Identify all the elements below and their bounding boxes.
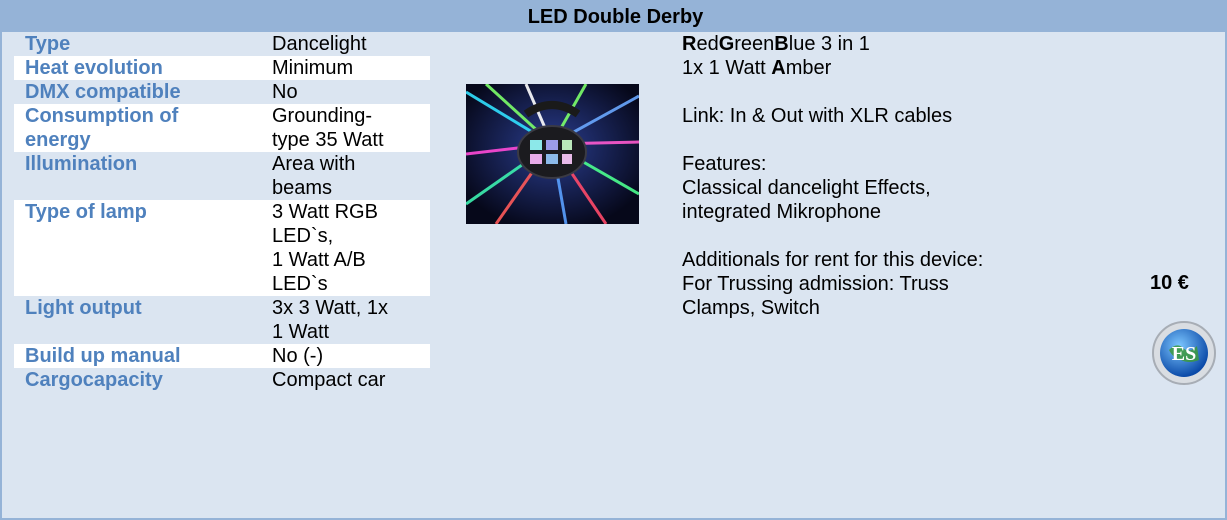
spec-row-heat: Heat evolution Minimum [14, 56, 430, 80]
company-logo-icon: ES [1152, 321, 1216, 385]
product-card: LED Double Derby Type Dancelight Heat ev… [0, 0, 1227, 520]
spec-key: Light output [25, 297, 142, 319]
features-label: Features: [682, 153, 767, 175]
spec-key: Heat evolution [25, 57, 163, 79]
spec-key: Type of lamp [25, 201, 147, 223]
spec-value: No [272, 81, 298, 103]
product-photo [466, 84, 639, 224]
product-description: RedGreenBlue 3 in 1 1x 1 Watt Amber Link… [682, 32, 1122, 320]
additionals-label: Additionals for rent for this device: [682, 249, 984, 271]
product-title: LED Double Derby [2, 2, 1227, 32]
spec-row-type: Type Dancelight [14, 32, 430, 56]
spec-key: Consumption of energy [25, 105, 179, 151]
spec-row-dmx: DMX compatible No [14, 80, 430, 104]
rgb-line: RedGreenBlue 3 in 1 [682, 33, 870, 55]
price: 10 € [1150, 272, 1189, 294]
spec-row-lamp: Type of lamp 3 Watt RGB LED`s, 1 Watt A/B… [14, 200, 430, 296]
spec-key: Build up manual [25, 345, 181, 367]
spec-value: No (-) [272, 345, 324, 367]
additionals-line: Clamps, Switch [682, 297, 820, 319]
spec-value: Area with beams [272, 153, 356, 199]
spec-value: Dancelight [272, 33, 367, 55]
spec-row-consumption: Consumption of energy Grounding-type 35 W… [14, 104, 430, 152]
spec-value: Compact car [272, 369, 386, 391]
svg-text:ES: ES [1172, 343, 1196, 365]
spec-row-illumination: Illumination Area with beams [14, 152, 430, 200]
spec-key: DMX compatible [25, 81, 181, 103]
spec-key: Type [25, 33, 71, 55]
spec-row-cargo: Cargocapacity Compact car [14, 368, 430, 392]
spec-table: Type Dancelight Heat evolution Minimum D… [14, 32, 430, 392]
amber-line: 1x 1 Watt Amber [682, 57, 832, 79]
spec-row-manual: Build up manual No (-) [14, 344, 430, 368]
spec-key: Illumination [25, 153, 138, 175]
features-line: Classical dancelight Effects, [682, 177, 931, 199]
spec-key: Cargocapacity [25, 369, 163, 391]
spec-row-output: Light output 3x 3 Watt, 1x 1 Watt [14, 296, 430, 344]
features-line: integrated Mikrophone [682, 201, 882, 223]
spec-value: 3x 3 Watt, 1x 1 Watt [272, 297, 388, 343]
spec-value: Grounding-type 35 Watt [272, 105, 384, 151]
link-info: Link: In & Out with XLR cables [682, 105, 953, 127]
spec-value: Minimum [272, 57, 354, 79]
spec-value: 3 Watt RGB LED`s, 1 Watt A/B LED`s [272, 201, 378, 295]
additionals-line: For Trussing admission: Truss [682, 273, 949, 295]
